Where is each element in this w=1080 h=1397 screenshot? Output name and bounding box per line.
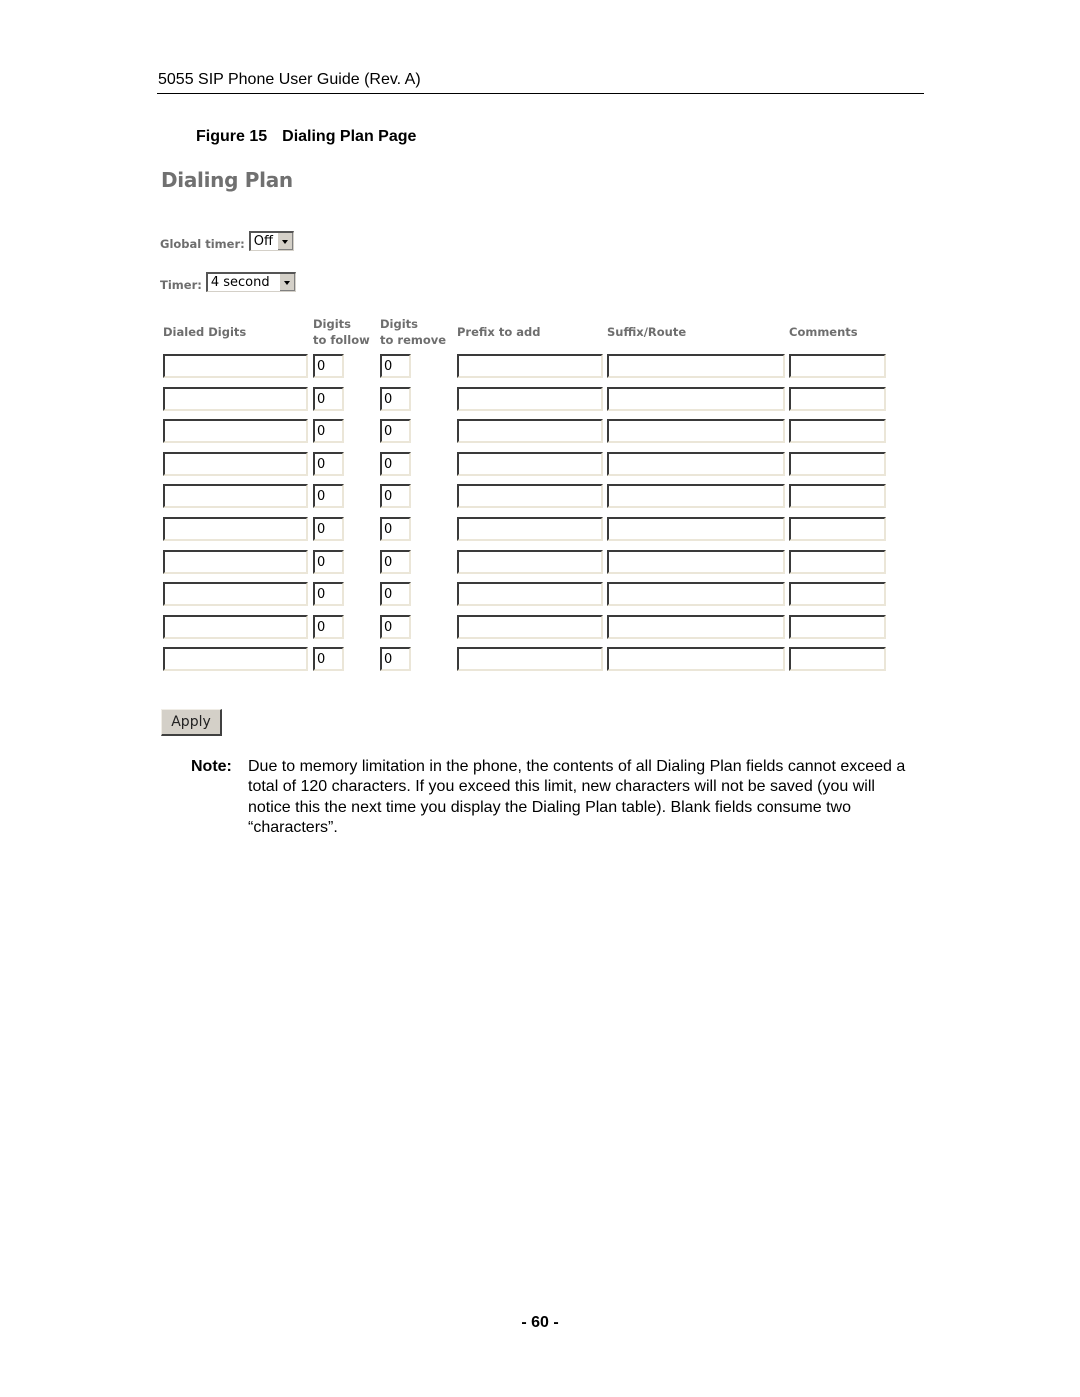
dialed-digits-input[interactable]: [163, 484, 308, 508]
screen-title: Dialing Plan: [161, 168, 293, 192]
digits-to-follow-input[interactable]: [313, 452, 344, 476]
digits-to-remove-input[interactable]: [380, 615, 411, 639]
digits-to-follow-input[interactable]: [313, 582, 344, 606]
running-header: 5055 SIP Phone User Guide (Rev. A): [158, 71, 421, 88]
comments-input[interactable]: [789, 517, 886, 541]
suffix-route-input[interactable]: [607, 354, 785, 378]
column-header-line: Comments: [789, 325, 858, 339]
prefix-to-add-input[interactable]: [457, 582, 603, 606]
digits-to-follow-input[interactable]: [313, 615, 344, 639]
apply-button[interactable]: Apply: [161, 709, 222, 736]
digits-to-remove-input[interactable]: [380, 419, 411, 443]
suffix-route-input[interactable]: [607, 647, 785, 671]
digits-to-follow-input[interactable]: [313, 354, 344, 378]
prefix-to-add-input[interactable]: [457, 550, 603, 574]
comments-input[interactable]: [789, 582, 886, 606]
column-header-line: Dialed Digits: [163, 325, 247, 339]
global-timer-select[interactable]: Off: [248, 231, 294, 251]
digits-to-follow-input[interactable]: [313, 517, 344, 541]
digits-to-remove-input[interactable]: [380, 484, 411, 508]
global-timer-value: Off: [253, 234, 273, 249]
dropdown-arrow-icon[interactable]: [278, 274, 295, 291]
comments-input[interactable]: [789, 647, 886, 671]
note-label: Note:: [191, 758, 232, 775]
comments-input[interactable]: [789, 615, 886, 639]
timer-value: 4 second: [210, 275, 270, 290]
dialed-digits-input[interactable]: [163, 452, 308, 476]
prefix-to-add-input[interactable]: [457, 484, 603, 508]
suffix-route-input[interactable]: [607, 517, 785, 541]
dialed-digits-input[interactable]: [163, 550, 308, 574]
prefix-to-add-input[interactable]: [457, 419, 603, 443]
column-header-dialed-digits: Dialed Digits: [163, 324, 246, 340]
prefix-to-add-input[interactable]: [457, 517, 603, 541]
global-timer-row: Global timer: Off: [160, 231, 294, 251]
suffix-route-input[interactable]: [607, 419, 785, 443]
header-rule: [157, 93, 924, 94]
global-timer-label: Global timer:: [160, 237, 245, 251]
figure-title: Dialing Plan Page: [282, 128, 417, 145]
dialed-digits-input[interactable]: [163, 354, 308, 378]
digits-to-remove-input[interactable]: [380, 582, 411, 606]
dialed-digits-input[interactable]: [163, 517, 308, 541]
digits-to-follow-input[interactable]: [313, 647, 344, 671]
column-header-suffix-route: Suffix/Route: [607, 324, 686, 340]
comments-input[interactable]: [789, 354, 886, 378]
comments-input[interactable]: [789, 419, 886, 443]
figure-number: Figure 15: [196, 128, 268, 145]
digits-to-remove-input[interactable]: [380, 550, 411, 574]
column-header-digits-to-remove: Digits to remove: [380, 316, 446, 348]
suffix-route-input[interactable]: [607, 452, 785, 476]
dialed-digits-input[interactable]: [163, 582, 308, 606]
digits-to-follow-input[interactable]: [313, 484, 344, 508]
column-header-comments: Comments: [789, 324, 858, 340]
dialed-digits-input[interactable]: [163, 387, 308, 411]
column-header-prefix-to-add: Prefix to add: [457, 324, 540, 340]
timer-label: Timer:: [160, 278, 202, 292]
digits-to-follow-input[interactable]: [313, 419, 344, 443]
digits-to-follow-input[interactable]: [313, 550, 344, 574]
prefix-to-add-input[interactable]: [457, 647, 603, 671]
column-header-line: Prefix to add: [457, 325, 541, 339]
suffix-route-input[interactable]: [607, 550, 785, 574]
note: Note: Due to memory limitation in the ph…: [191, 757, 911, 838]
timer-row: Timer: 4 second: [160, 272, 296, 292]
prefix-to-add-input[interactable]: [457, 452, 603, 476]
digits-to-remove-input[interactable]: [380, 354, 411, 378]
column-header-line: to follow: [313, 333, 370, 347]
prefix-to-add-input[interactable]: [457, 354, 603, 378]
dialed-digits-input[interactable]: [163, 419, 308, 443]
timer-select[interactable]: 4 second: [205, 272, 296, 292]
prefix-to-add-input[interactable]: [457, 387, 603, 411]
dialed-digits-input[interactable]: [163, 647, 308, 671]
digits-to-remove-input[interactable]: [380, 387, 411, 411]
dropdown-arrow-icon[interactable]: [276, 233, 293, 250]
suffix-route-input[interactable]: [607, 387, 785, 411]
comments-input[interactable]: [789, 550, 886, 574]
dialed-digits-input[interactable]: [163, 615, 308, 639]
digits-to-follow-input[interactable]: [313, 387, 344, 411]
suffix-route-input[interactable]: [607, 582, 785, 606]
column-header-line: Digits: [380, 317, 419, 331]
comments-input[interactable]: [789, 484, 886, 508]
column-header-line: to remove: [380, 333, 447, 347]
note-text: Due to memory limitation in the phone, t…: [248, 758, 906, 836]
column-header-line: Digits: [313, 317, 352, 331]
suffix-route-input[interactable]: [607, 615, 785, 639]
digits-to-remove-input[interactable]: [380, 517, 411, 541]
digits-to-remove-input[interactable]: [380, 647, 411, 671]
suffix-route-input[interactable]: [607, 484, 785, 508]
digits-to-remove-input[interactable]: [380, 452, 411, 476]
page-number: - 60 -: [521, 1314, 559, 1331]
figure-caption: Figure 15 Dialing Plan Page: [196, 128, 416, 146]
comments-input[interactable]: [789, 452, 886, 476]
comments-input[interactable]: [789, 387, 886, 411]
column-header-line: Suffix/Route: [607, 325, 687, 339]
column-header-digits-to-follow: Digits to follow: [313, 316, 370, 348]
prefix-to-add-input[interactable]: [457, 615, 603, 639]
